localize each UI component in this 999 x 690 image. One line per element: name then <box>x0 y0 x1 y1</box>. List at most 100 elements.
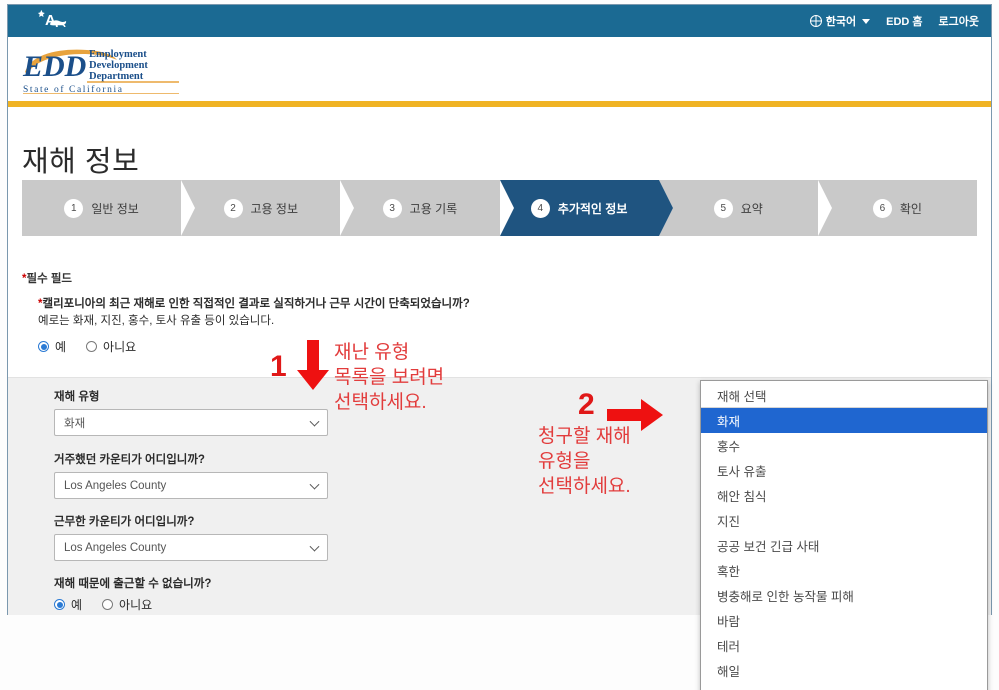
ca-state-logo-icon: A <box>27 9 67 30</box>
question-1-option-yes-label: 예 <box>55 340 67 355</box>
top-nav: 한국어 EDD 홈 로그아웃 <box>809 5 979 37</box>
dropdown-option-terrorism[interactable]: 테러 <box>701 633 987 658</box>
annotation-2-line-2: 유형을 <box>538 451 591 473</box>
cannot-work-radio-group: 예 아니요 <box>54 596 374 613</box>
edd-logo: EDD Employment Development Department St… <box>22 49 179 94</box>
step-3[interactable]: 3 고용 기록 <box>340 180 514 236</box>
chevron-down-icon <box>309 479 320 490</box>
disaster-type-label: 재해 유형 <box>54 391 100 403</box>
radio-button-icon[interactable] <box>102 599 114 610</box>
progress-stepper: 1 일반 정보 2 고용 정보 3 고용 기록 4 추가적인 정보 5 요약 6… <box>22 180 978 236</box>
field-lived-county: 거주했던 카운티가 어디입니까? Los Angeles County <box>54 451 328 499</box>
step-6-label: 확인 <box>899 201 922 216</box>
worked-county-select[interactable]: Los Angeles County <box>54 534 328 561</box>
question-1-option-no[interactable]: 아니요 <box>86 338 136 355</box>
dropdown-option-wind[interactable]: 바람 <box>701 608 987 633</box>
language-label: 한국어 <box>825 16 857 28</box>
cannot-work-option-no[interactable]: 아니요 <box>102 596 152 613</box>
step-5[interactable]: 5 요약 <box>658 180 833 236</box>
annotation-1-text: 재난 유형 목록을 보려면 선택하세요. <box>334 340 444 415</box>
question-1-option-no-label: 아니요 <box>103 340 137 355</box>
lived-county-label: 거주했던 카운티가 어디입니까? <box>54 454 205 466</box>
question-1-subtext: 예로는 화재, 지진, 홍수, 토사 유출 등이 있습니다. <box>38 315 275 328</box>
dropdown-option-select-disaster[interactable]: 재해 선택 <box>701 383 987 408</box>
step-6[interactable]: 6 확인 <box>817 180 978 236</box>
gold-divider <box>8 101 991 107</box>
logout-link[interactable]: 로그아웃 <box>939 13 979 29</box>
language-selector[interactable]: 한국어 <box>809 13 871 29</box>
dropdown-option-flood[interactable]: 홍수 <box>701 433 987 458</box>
dropdown-option-tsunami[interactable]: 해일 <box>701 658 987 683</box>
annotation-2-line-1: 청구할 재해 <box>538 426 631 447</box>
dropdown-option-severe-cold[interactable]: 혹한 <box>701 558 987 583</box>
disaster-type-dropdown-list[interactable]: 재해 선택 화재 홍수 토사 유출 해안 침식 지진 공공 보건 긴급 사태 혹… <box>700 380 988 690</box>
disaster-type-select[interactable]: 화재 <box>54 409 328 436</box>
cannot-work-option-yes-label: 예 <box>71 598 83 612</box>
radio-button-icon[interactable] <box>38 341 49 353</box>
svg-text:State of California: State of California <box>23 84 124 94</box>
worked-county-value: Los Angeles County <box>64 541 167 554</box>
lived-county-select[interactable]: Los Angeles County <box>54 472 328 499</box>
chevron-down-icon <box>309 416 320 427</box>
dropdown-option-other[interactable]: 기타 <box>701 683 987 690</box>
step-5-label: 요약 <box>740 201 763 216</box>
cannot-work-option-no-label: 아니요 <box>119 598 153 612</box>
edd-home-label: EDD 홈 <box>886 16 923 28</box>
svg-text:Development: Development <box>89 60 148 71</box>
cannot-work-label: 재해 때문에 출근할 수 없습니까? <box>54 578 212 590</box>
logout-label: 로그아웃 <box>938 16 979 28</box>
dropdown-option-coastal-erosion[interactable]: 해안 침식 <box>701 483 987 508</box>
field-disaster-type: 재해 유형 화재 <box>54 388 328 436</box>
dropdown-option-public-health-emergency[interactable]: 공공 보건 긴급 사태 <box>701 533 987 558</box>
step-5-number: 5 <box>713 198 733 218</box>
question-1-option-yes[interactable]: 예 <box>38 338 66 355</box>
annotation-1-line-1: 재난 유형 <box>334 342 410 363</box>
step-3-label: 고용 기록 <box>409 201 458 216</box>
brand-band: EDD Employment Development Department St… <box>8 37 991 101</box>
page-title: 재해 정보 <box>22 146 140 179</box>
radio-button-icon[interactable] <box>54 599 65 610</box>
cannot-work-option-yes[interactable]: 예 <box>54 596 82 613</box>
step-4-label: 추가적인 정보 <box>557 201 628 216</box>
step-2-number: 2 <box>223 198 243 218</box>
screenshot-root: A 한국어 EDD 홈 로그아웃 EDD Employment Developm… <box>0 0 999 690</box>
step-2-label: 고용 정보 <box>250 201 299 216</box>
dropdown-option-fire[interactable]: 화재 <box>701 408 987 433</box>
edd-home-link[interactable]: EDD 홈 <box>886 13 922 29</box>
annotation-2-line-3: 선택하세요. <box>538 476 631 498</box>
globe-icon <box>809 15 822 27</box>
question-1-label: *캘리포니아의 최근 재해로 인한 직접적인 결과로 실직하거나 근무 시간이 … <box>38 296 678 313</box>
step-2[interactable]: 2 고용 정보 <box>181 180 355 236</box>
step-3-number: 3 <box>382 198 402 218</box>
lived-county-value: Los Angeles County <box>64 479 167 492</box>
dropdown-option-earthquake[interactable]: 지진 <box>701 508 987 533</box>
disaster-type-value: 화재 <box>64 417 86 430</box>
question-1-text: 캘리포니아의 최근 재해로 인한 직접적인 결과로 실직하거나 근무 시간이 단… <box>42 298 470 310</box>
radio-button-icon[interactable] <box>86 341 98 353</box>
step-1-label: 일반 정보 <box>91 201 139 216</box>
step-4-active[interactable]: 4 추가적인 정보 <box>499 180 673 236</box>
step-6-number: 6 <box>872 198 892 218</box>
dropdown-option-crop-damage-pests[interactable]: 병충해로 인한 농작물 피해 <box>701 583 987 608</box>
edd-acronym: EDD <box>22 50 86 83</box>
svg-text:Employment: Employment <box>89 49 147 60</box>
annotation-1-arrow-down-icon <box>297 340 329 390</box>
dropdown-option-mudslide[interactable]: 토사 유출 <box>701 458 987 483</box>
annotation-1-line-3: 선택하세요. <box>334 392 427 414</box>
top-utility-bar: A 한국어 EDD 홈 로그아웃 <box>8 5 991 37</box>
annotation-2-number: 2 <box>578 388 595 421</box>
step-4-number: 4 <box>530 198 550 218</box>
svg-text:A: A <box>45 12 56 29</box>
step-1-number: 1 <box>64 198 84 218</box>
field-worked-county: 근무한 카운티가 어디입니까? Los Angeles County <box>54 513 328 561</box>
worked-county-label: 근무한 카운티가 어디입니까? <box>54 516 195 528</box>
svg-text:Department: Department <box>89 71 144 82</box>
annotation-2-text: 청구할 재해 유형을 선택하세요. <box>538 424 631 499</box>
chevron-down-icon <box>309 541 320 552</box>
annotation-1-number: 1 <box>270 350 287 383</box>
annotation-1-line-2: 목록을 보려면 <box>334 367 445 389</box>
step-1[interactable]: 1 일반 정보 <box>22 180 196 236</box>
required-fields-note: *필수 필드 <box>22 270 72 286</box>
chevron-down-icon <box>862 18 871 24</box>
required-note-label: 필수 필드 <box>26 273 72 285</box>
